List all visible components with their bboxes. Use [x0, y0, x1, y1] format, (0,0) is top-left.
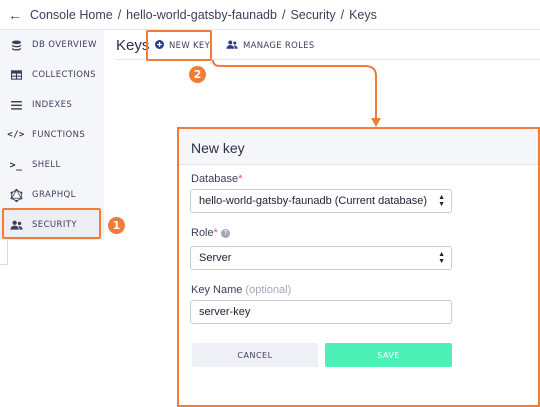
select-arrows-icon: ▲ ▼	[438, 194, 445, 208]
key-name-label: Key Name (optional)	[191, 284, 291, 296]
key-name-input[interactable]: server-key	[190, 300, 452, 324]
database-label-text: Database	[191, 173, 239, 185]
optional-hint: (optional)	[245, 284, 292, 296]
role-label-text: Role	[191, 227, 214, 239]
role-label: Role*?	[191, 227, 230, 239]
key-name-value: server-key	[199, 306, 251, 318]
highlight-security	[2, 208, 101, 239]
database-select-value: hello-world-gatsby-faunadb (Current data…	[199, 195, 428, 207]
cancel-button[interactable]: CANCEL	[192, 343, 318, 367]
help-icon[interactable]: ?	[220, 228, 230, 238]
step-number-2: 2	[189, 66, 206, 83]
key-name-label-text: Key Name	[191, 284, 243, 296]
save-button[interactable]: SAVE	[325, 343, 452, 367]
select-arrows-icon: ▲ ▼	[438, 251, 445, 265]
step-number-1: 1	[108, 217, 125, 234]
highlight-new-key	[146, 30, 212, 61]
database-label: Database*	[191, 173, 242, 185]
required-asterisk: *	[238, 173, 243, 185]
database-select[interactable]: hello-world-gatsby-faunadb (Current data…	[190, 189, 452, 213]
role-select-value: Server	[199, 252, 232, 264]
dialog-header: New key	[179, 129, 538, 165]
role-select[interactable]: Server ▲ ▼	[190, 246, 452, 270]
required-asterisk: *	[213, 227, 218, 239]
dialog-title: New key	[191, 140, 245, 156]
new-key-dialog: New key Database* hello-world-gatsby-fau…	[177, 127, 540, 407]
